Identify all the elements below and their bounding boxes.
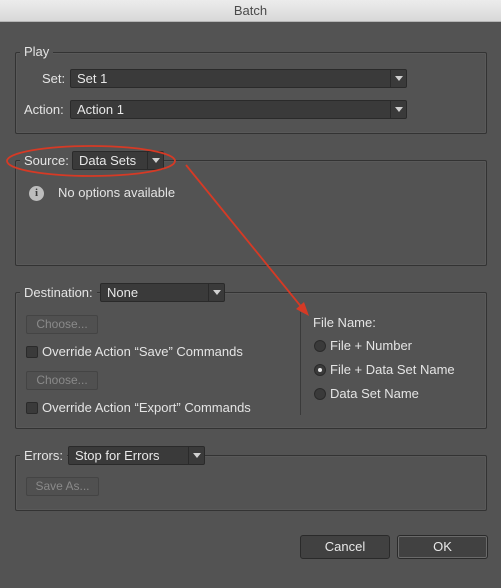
errors-select[interactable]: Stop for Errors — [68, 446, 205, 465]
file-data-set-name-radio[interactable] — [314, 364, 326, 376]
file-number-radio[interactable] — [314, 340, 326, 352]
choose-folder-button[interactable]: Choose... — [26, 315, 98, 334]
source-label: Source: — [20, 153, 73, 168]
source-select[interactable]: Data Sets — [72, 151, 164, 170]
ok-button[interactable]: OK — [397, 535, 488, 559]
chevron-down-icon — [188, 447, 204, 464]
file-data-set-name-label: File + Data Set Name — [330, 362, 455, 377]
set-label: Set: — [42, 71, 66, 86]
errors-select-value: Stop for Errors — [75, 448, 160, 463]
destination-divider — [300, 312, 301, 415]
set-select-value: Set 1 — [77, 71, 108, 86]
play-legend: Play — [20, 44, 54, 59]
chevron-down-icon — [147, 152, 163, 169]
destination-select-value: None — [107, 285, 139, 300]
source-group — [15, 160, 487, 266]
choose-export-button[interactable]: Choose... — [26, 371, 98, 390]
action-select[interactable]: Action 1 — [70, 100, 407, 119]
set-select[interactable]: Set 1 — [70, 69, 407, 88]
chevron-down-icon — [390, 101, 406, 118]
override-save-checkbox[interactable] — [26, 346, 38, 358]
save-as-button[interactable]: Save As... — [26, 477, 99, 496]
play-group — [15, 52, 487, 134]
destination-label: Destination: — [20, 285, 97, 300]
source-message: No options available — [58, 185, 176, 200]
action-label: Action: — [24, 102, 64, 117]
chevron-down-icon — [390, 70, 406, 87]
override-save-label: Override Action “Save” Commands — [42, 344, 243, 359]
action-select-value: Action 1 — [77, 102, 124, 117]
errors-label: Errors: — [20, 448, 67, 463]
info-icon: i — [29, 186, 44, 201]
override-export-checkbox[interactable] — [26, 402, 38, 414]
chevron-down-icon — [208, 284, 224, 301]
destination-select[interactable]: None — [100, 283, 225, 302]
window-title: Batch — [0, 0, 501, 22]
cancel-button[interactable]: Cancel — [300, 535, 390, 559]
source-select-value: Data Sets — [79, 153, 137, 168]
file-name-label: File Name: — [313, 315, 376, 330]
data-set-name-radio[interactable] — [314, 388, 326, 400]
data-set-name-label: Data Set Name — [330, 386, 419, 401]
file-number-label: File + Number — [330, 338, 412, 353]
override-export-label: Override Action “Export” Commands — [42, 400, 251, 415]
